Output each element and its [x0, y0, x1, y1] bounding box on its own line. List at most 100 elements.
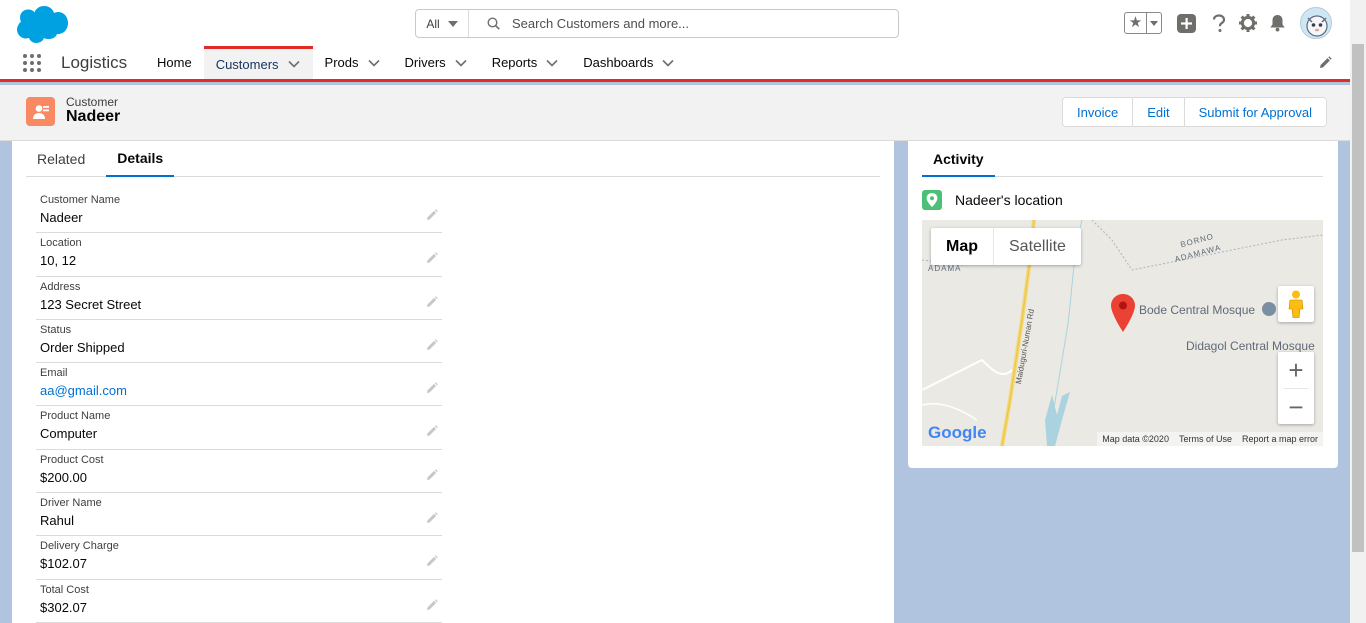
app-navigation-bar: Logistics Home Customers Prods Drivers R…: [0, 46, 1350, 82]
field-value-link[interactable]: aa@gmail.com: [40, 383, 127, 398]
nav-item-label: Reports: [491, 55, 538, 70]
inline-edit-pencil-icon[interactable]: [426, 598, 438, 611]
map-data-attribution: Map data ©2020: [1102, 434, 1169, 444]
global-search: All: [415, 9, 899, 38]
record-detail-card: Related Details Customer Name Nadeer Locat…: [12, 141, 894, 623]
chevron-down-icon[interactable]: [367, 56, 381, 70]
caret-down-icon: [447, 20, 458, 27]
field-label: Product Cost: [40, 453, 104, 466]
add-icon[interactable]: [1176, 13, 1196, 33]
nav-item-label: Customers: [215, 56, 279, 72]
nav-item-drivers[interactable]: Drivers: [393, 46, 480, 79]
customer-record-icon: [26, 97, 55, 126]
favorites-star-icon[interactable]: ★: [1125, 13, 1147, 33]
search-scope-label: All: [426, 16, 440, 31]
detail-field-row: Address 123 Secret Street: [36, 277, 442, 320]
setup-gear-icon[interactable]: [1238, 13, 1258, 33]
page-scrollbar[interactable]: [1350, 0, 1366, 623]
user-avatar[interactable]: [1300, 7, 1332, 39]
field-label: Total Cost: [40, 583, 89, 596]
street-view-pegman-icon[interactable]: [1278, 286, 1314, 322]
map-place-label: Bode Central Mosque: [1139, 303, 1256, 317]
tab-activity[interactable]: Activity: [922, 141, 995, 177]
field-label: Product Name: [40, 410, 111, 423]
inline-edit-pencil-icon[interactable]: [426, 209, 438, 221]
detail-field-row: Product Name Computer: [36, 406, 442, 450]
detail-field-row: Location 10, 12: [36, 233, 442, 277]
map-zoom-control: + −: [1278, 352, 1314, 424]
record-type-label: Customer: [66, 95, 119, 109]
salesforce-cloud-logo[interactable]: [12, 5, 68, 43]
field-value: Rahul: [40, 513, 74, 529]
notifications-bell-icon[interactable]: [1267, 13, 1287, 33]
inline-edit-pencil-icon[interactable]: [426, 339, 438, 351]
field-label: Delivery Charge: [40, 540, 119, 553]
chevron-down-icon[interactable]: [287, 57, 301, 71]
field-label: Location: [40, 237, 82, 250]
app-name: Logistics: [61, 53, 128, 72]
detail-field-row: Email aa@gmail.com: [36, 363, 442, 407]
field-value: 123 Secret Street: [40, 296, 142, 312]
tab-related[interactable]: Related: [26, 141, 96, 177]
edit-button[interactable]: Edit: [1133, 98, 1185, 126]
field-value: $102.07: [40, 556, 87, 572]
detail-field-row: Status Order Shipped: [36, 320, 442, 364]
global-header: All ★: [0, 0, 1350, 46]
submit-for-approval-button[interactable]: Submit for Approval: [1184, 98, 1327, 126]
record-actions: Invoice Edit Submit for Approval: [1062, 97, 1328, 127]
detail-field-row: Product Cost $200.00: [36, 450, 442, 494]
search-input[interactable]: [512, 16, 892, 31]
nav-item-dashboards[interactable]: Dashboards: [571, 46, 687, 79]
field-label: Driver Name: [40, 497, 102, 510]
tab-details[interactable]: Details: [106, 141, 175, 177]
field-value: Order Shipped: [40, 339, 125, 355]
field-label: Customer Name: [40, 194, 121, 206]
nav-item-label: Dashboards: [583, 55, 654, 70]
map-type-map-button[interactable]: Map: [931, 228, 994, 265]
favorites-list-dropdown[interactable]: [1147, 20, 1161, 26]
caret-down-icon: [1150, 20, 1158, 26]
chevron-down-icon[interactable]: [661, 56, 675, 70]
inline-edit-pencil-icon[interactable]: [426, 382, 438, 394]
map-type-control: Map Satellite: [931, 228, 1081, 265]
mosque-poi-icon: [1262, 302, 1276, 316]
chevron-down-icon[interactable]: [454, 56, 468, 70]
favorites-group: ★: [1124, 12, 1162, 34]
nav-item-prods[interactable]: Prods: [313, 46, 393, 79]
inline-edit-pencil-icon[interactable]: [426, 512, 438, 524]
record-tabs: Related Details: [26, 141, 880, 177]
record-highlights: Customer Nadeer Invoice Edit Submit for …: [0, 85, 1350, 141]
inline-edit-pencil-icon[interactable]: [426, 425, 438, 437]
help-icon[interactable]: [1209, 13, 1229, 33]
nav-item-customers[interactable]: Customers: [203, 46, 313, 79]
nav-item-home[interactable]: Home: [145, 46, 204, 79]
zoom-out-button[interactable]: −: [1278, 389, 1314, 425]
location-map[interactable]: Map Satellite BORNO ADAMAWA ADAMA Maidug…: [922, 220, 1323, 446]
location-title: Nadeer's location: [955, 192, 1063, 208]
location-header: Nadeer's location: [922, 190, 1063, 210]
nav-item-label: Prods: [324, 55, 359, 70]
edit-nav-pencil-icon[interactable]: [1318, 56, 1332, 70]
chevron-down-icon[interactable]: [545, 56, 559, 70]
app-launcher-icon[interactable]: [23, 54, 41, 72]
nav-items: Home Customers Prods Drivers Reports Das…: [145, 46, 687, 79]
invoice-button[interactable]: Invoice: [1063, 98, 1134, 126]
record-name: Nadeer: [66, 108, 121, 125]
activity-card: Activity Nadeer's location Map Satellite…: [908, 141, 1338, 468]
search-icon: [487, 17, 500, 30]
scrollbar-thumb[interactable]: [1352, 44, 1364, 552]
map-marker-icon[interactable]: [1111, 294, 1135, 332]
search-scope-dropdown[interactable]: All: [416, 10, 469, 37]
zoom-in-button[interactable]: +: [1278, 352, 1314, 388]
map-type-satellite-button[interactable]: Satellite: [994, 228, 1081, 265]
location-pin-icon: [922, 190, 942, 210]
inline-edit-pencil-icon[interactable]: [426, 295, 438, 308]
terms-of-use-link[interactable]: Terms of Use: [1174, 434, 1237, 444]
nav-item-reports[interactable]: Reports: [480, 46, 572, 79]
inline-edit-pencil-icon[interactable]: [426, 468, 438, 481]
google-logo-text: Google: [928, 423, 987, 442]
report-map-error-link[interactable]: Report a map error: [1237, 434, 1323, 444]
activity-tabs: Activity: [922, 141, 1323, 177]
inline-edit-pencil-icon[interactable]: [426, 252, 438, 264]
inline-edit-pencil-icon[interactable]: [426, 555, 438, 567]
